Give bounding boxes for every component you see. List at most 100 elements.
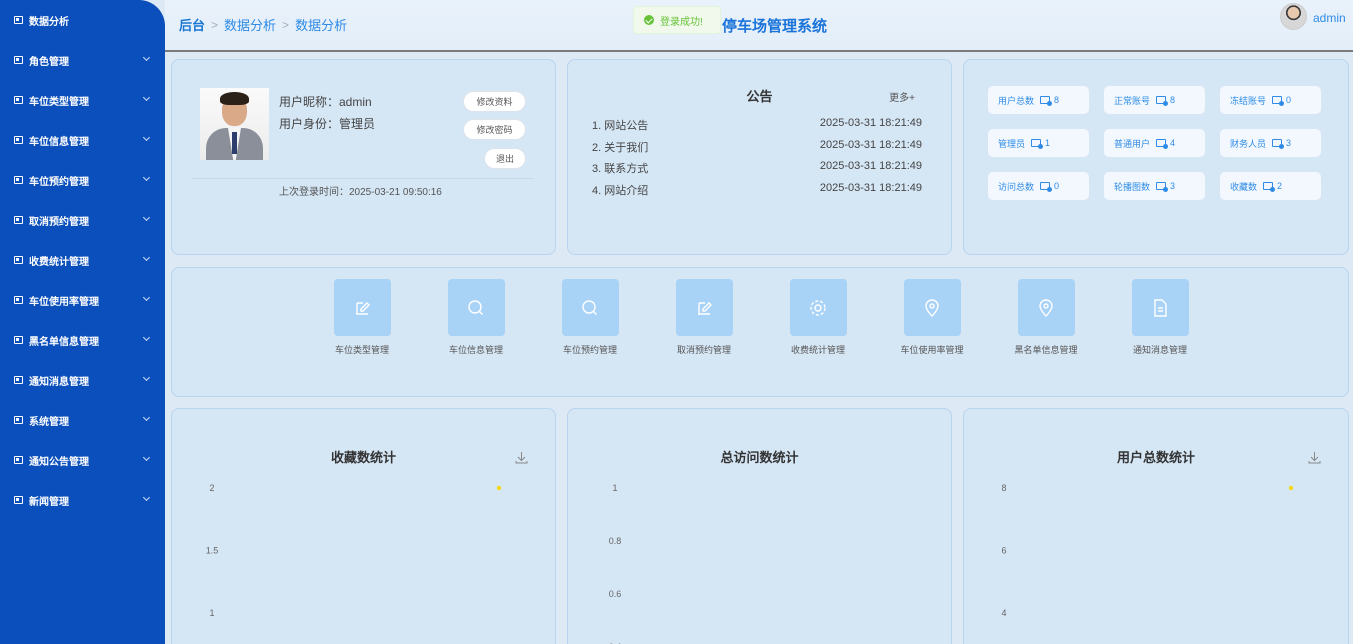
sidebar-item[interactable]: 系统管理	[0, 400, 165, 440]
sidebar-item-label: 角色管理	[29, 56, 69, 68]
quick-menu-item[interactable]: 车位使用率管理	[884, 279, 980, 356]
y-tick-label: 1	[209, 608, 214, 618]
toast-text: 登录成功!	[660, 16, 703, 28]
stat-chip: 财务人员 3	[1219, 128, 1322, 158]
stats-panel: 用户总数 8 正常账号 8 冻结账号 0 管理员 1 普通用户 4 财务人员 3 访问总数 0 轮播图数 3 收…	[963, 59, 1349, 255]
quick-menu-item[interactable]: 通知消息管理	[1112, 279, 1208, 356]
quick-menu-item[interactable]: 车位类型管理	[314, 279, 410, 356]
chevron-down-icon	[142, 413, 151, 422]
sidebar-item[interactable]: 黑名单信息管理	[0, 320, 165, 360]
menu-icon	[14, 336, 23, 344]
edit-profile-button[interactable]: 修改资料	[463, 91, 526, 112]
notice-panel: 公告 更多+ 1. 网站公告 2025-03-31 18:21:49 2. 关于我们…	[567, 59, 952, 255]
quick-menu-item[interactable]: 黑名单信息管理	[998, 279, 1094, 356]
notice-item-title: 2. 关于我们	[592, 141, 649, 154]
sidebar-item[interactable]: 通知消息管理	[0, 360, 165, 400]
header: 后台 > 数据分析 > 数据分析 登录成功! 停车场管理系统 admin	[165, 0, 1353, 52]
stat-chip: 冻结账号 0	[1219, 85, 1322, 115]
sidebar-item-label: 新闻管理	[29, 496, 69, 508]
sidebar-item[interactable]: 车位信息管理	[0, 120, 165, 160]
sidebar-item[interactable]: 角色管理	[0, 40, 165, 80]
breadcrumb-item[interactable]: 数据分析	[295, 15, 347, 34]
stat-value: 8	[1170, 95, 1176, 105]
notice-item[interactable]: 4. 网站介绍 2025-03-31 18:21:49	[592, 182, 922, 198]
menu-icon	[14, 256, 23, 264]
quick-menu-label: 车位使用率管理	[900, 345, 964, 355]
quick-menu-item[interactable]: 取消预约管理	[656, 279, 752, 356]
chart-icon	[1156, 96, 1169, 106]
stat-label: 轮播图数	[1114, 181, 1151, 192]
data-point[interactable]	[1288, 485, 1294, 491]
notice-item[interactable]: 3. 联系方式 2025-03-31 18:21:49	[592, 160, 922, 176]
last-login-text: 上次登录时间：2025-03-21 09:50:16	[279, 187, 442, 198]
y-tick-label: 2	[209, 483, 214, 493]
document-icon	[1131, 279, 1189, 336]
quick-menu-item[interactable]: 车位信息管理	[428, 279, 524, 356]
stat-chip: 管理员 1	[987, 128, 1090, 158]
chevron-down-icon	[142, 213, 151, 222]
notice-item[interactable]: 1. 网站公告 2025-03-31 18:21:49	[592, 117, 922, 133]
sidebar-item-label: 车位类型管理	[29, 96, 89, 108]
edit-icon	[333, 279, 391, 336]
stat-chip: 正常账号 8	[1103, 85, 1206, 115]
chart-icon	[1040, 182, 1053, 192]
quick-menu-panel: 车位类型管理 车位信息管理 车位预约管理 取消预约管理 收费统计管理 车位使用率管理 黑名单…	[171, 267, 1349, 397]
menu-icon	[14, 456, 23, 464]
menu-icon	[14, 296, 23, 304]
y-tick-label: 0.8	[609, 536, 622, 546]
gear-icon	[789, 279, 847, 336]
sidebar-item[interactable]: 车位预约管理	[0, 160, 165, 200]
chart-plot: 21.51	[206, 483, 502, 618]
breadcrumb-separator-icon: >	[282, 17, 290, 32]
profile-avatar	[200, 88, 269, 160]
quick-menu-item[interactable]: 车位预约管理	[542, 279, 638, 356]
menu-icon	[14, 16, 23, 24]
location-icon	[903, 279, 961, 336]
sidebar-item[interactable]: 通知公告管理	[0, 440, 165, 480]
stat-label: 用户总数	[998, 95, 1035, 106]
sidebar-item[interactable]: 车位使用率管理	[0, 280, 165, 320]
breadcrumb-home[interactable]: 后台	[179, 15, 205, 34]
notice-item-title: 1. 网站公告	[592, 120, 649, 132]
notice-item-time: 2025-03-31 18:21:49	[819, 117, 922, 129]
stat-label: 访问总数	[998, 181, 1035, 192]
divider	[192, 178, 534, 179]
quick-menu-item[interactable]: 收费统计管理	[770, 279, 866, 356]
chart-icon	[1156, 182, 1169, 192]
menu-icon	[14, 496, 23, 504]
stat-label: 收藏数	[1230, 181, 1258, 192]
sidebar-item-label: 车位使用率管理	[29, 296, 99, 308]
quick-menu-label: 车位预约管理	[562, 345, 617, 355]
stat-chip: 普通用户 4	[1103, 128, 1206, 158]
notice-item-title: 4. 网站介绍	[592, 184, 649, 197]
change-password-button[interactable]: 修改密码	[463, 119, 526, 140]
stat-chip: 轮播图数 3	[1103, 171, 1206, 201]
sidebar-item[interactable]: 新闻管理	[0, 480, 165, 520]
logout-button[interactable]: 退出	[484, 148, 526, 169]
stat-label: 财务人员	[1230, 138, 1267, 149]
chevron-down-icon	[142, 173, 151, 182]
header-username[interactable]: admin	[1313, 11, 1346, 25]
y-tick-label: 6	[1001, 546, 1006, 556]
quick-menu-label: 收费统计管理	[790, 345, 845, 355]
chevron-down-icon	[142, 373, 151, 382]
sidebar-item[interactable]: 数据分析	[0, 0, 165, 40]
chart-plot: 10.80.60.4	[609, 483, 622, 644]
breadcrumb-separator-icon: >	[211, 17, 219, 32]
chevron-down-icon	[142, 493, 151, 502]
stat-chip: 收藏数 2	[1219, 171, 1322, 201]
notice-item[interactable]: 2. 关于我们 2025-03-31 18:21:49	[592, 139, 922, 155]
sidebar-item[interactable]: 收费统计管理	[0, 240, 165, 280]
quick-menu-label: 车位类型管理	[334, 345, 389, 355]
breadcrumb-item[interactable]: 数据分析	[224, 15, 276, 34]
user-avatar[interactable]	[1280, 3, 1307, 30]
notice-more-link[interactable]: 更多+	[889, 89, 915, 104]
y-tick-label: 1	[612, 483, 617, 493]
sidebar-item[interactable]: 取消预约管理	[0, 200, 165, 240]
menu-icon	[14, 176, 23, 184]
quick-menu-label: 取消预约管理	[676, 345, 731, 355]
data-point[interactable]	[496, 485, 502, 491]
sidebar-item[interactable]: 车位类型管理	[0, 80, 165, 120]
chevron-down-icon	[142, 453, 151, 462]
stat-value: 4	[1170, 138, 1176, 148]
